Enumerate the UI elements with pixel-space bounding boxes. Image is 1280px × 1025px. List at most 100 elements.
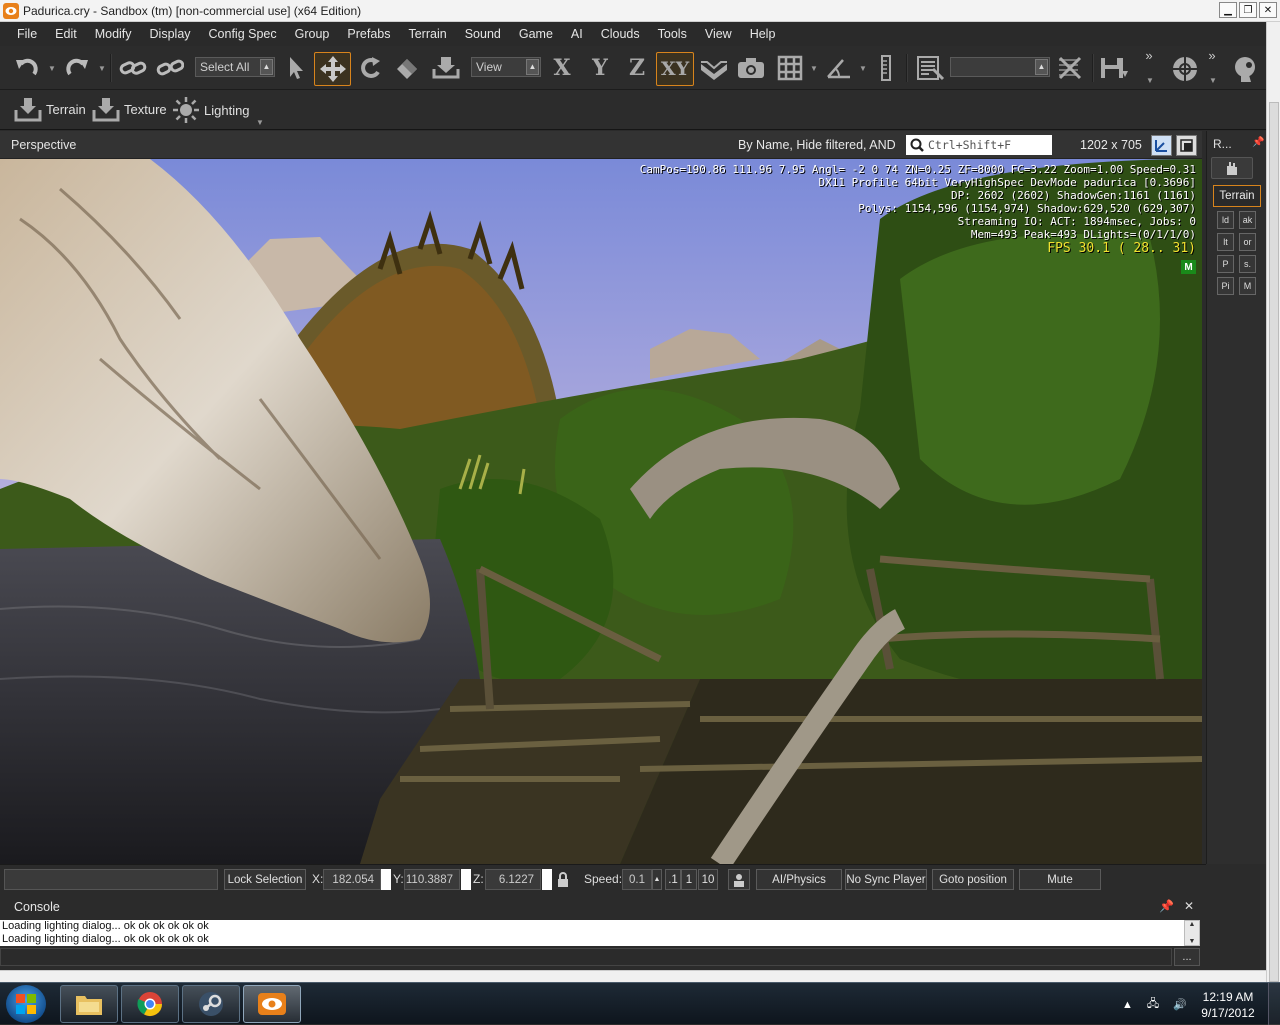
menu-ai[interactable]: AI — [562, 22, 592, 46]
texture-editor-button[interactable]: Texture — [92, 96, 167, 122]
minimize-button[interactable]: ▁ — [1219, 2, 1237, 18]
pin-icon[interactable]: 📌 — [1159, 899, 1174, 913]
menu-tools[interactable]: Tools — [649, 22, 696, 46]
unlink-button[interactable] — [155, 54, 185, 82]
console-command-input[interactable] — [0, 948, 1172, 966]
selection-list-button[interactable] — [914, 54, 946, 82]
drop-to-terrain-button[interactable] — [430, 54, 462, 82]
tray-expand-icon[interactable]: ▲ — [1122, 999, 1133, 1011]
y-coord-input[interactable]: 110.3887 — [404, 869, 460, 890]
rollup-tab-objects[interactable] — [1211, 157, 1253, 179]
undo-dropdown-icon[interactable]: ▼ — [48, 64, 56, 73]
maximize-button[interactable]: ❐ — [1239, 2, 1257, 18]
rollup-button[interactable]: s. — [1239, 255, 1256, 273]
perspective-viewport[interactable]: CamPos=190.86 111.96 7.95 Angl= -2 0 74 … — [0, 159, 1202, 864]
rollup-button[interactable]: Pi — [1217, 277, 1234, 295]
pin-icon[interactable]: 📌 — [1252, 137, 1264, 148]
close-button[interactable]: ✕ — [1259, 2, 1277, 18]
physics-button[interactable] — [1168, 54, 1202, 84]
menu-terrain[interactable]: Terrain — [399, 22, 455, 46]
lighting-editor-button[interactable]: Lighting — [172, 96, 250, 124]
lock-icon[interactable] — [555, 871, 571, 889]
select-tool-button[interactable] — [281, 54, 309, 82]
taskbar-explorer[interactable] — [60, 985, 118, 1023]
taskbar-sandbox[interactable] — [243, 985, 301, 1023]
toolbar-overflow-button-2[interactable]: » — [1205, 48, 1219, 63]
console-scrollbar[interactable]: ▲ ▼ — [1184, 920, 1200, 946]
snap-to-grid-button[interactable] — [775, 54, 805, 82]
goto-position-button[interactable]: Goto position — [932, 869, 1014, 890]
taskbar-steam[interactable] — [182, 985, 240, 1023]
window-horizontal-scrollbar[interactable] — [0, 970, 1266, 982]
constrain-xy-button[interactable]: XY — [656, 52, 694, 86]
save-level-button[interactable] — [1098, 54, 1130, 82]
scale-tool-button[interactable] — [392, 54, 422, 82]
z-coord-spinner[interactable] — [542, 869, 552, 890]
snap-to-objects-button[interactable] — [735, 54, 767, 82]
toolbar-overflow-dropdown-icon-2[interactable]: ▼ — [1209, 76, 1217, 85]
snap-to-terrain-button[interactable] — [698, 54, 730, 82]
player-sync-toggle[interactable] — [728, 869, 750, 890]
viewport-filter-label[interactable]: By Name, Hide filtered, AND — [738, 138, 896, 152]
terrain-editor-button[interactable]: Terrain — [14, 96, 86, 122]
toolbar-overflow-button[interactable]: » — [1142, 48, 1156, 63]
redo-dropdown-icon[interactable]: ▼ — [98, 64, 106, 73]
speed-preset-1[interactable]: 1 — [681, 869, 697, 890]
toolbar-overflow-dropdown-icon[interactable]: ▼ — [1146, 76, 1154, 85]
menu-display[interactable]: Display — [141, 22, 200, 46]
viewport-search-input[interactable]: Ctrl+Shift+F — [906, 135, 1052, 155]
viewport-title[interactable]: Perspective — [11, 138, 76, 152]
redo-button[interactable] — [62, 54, 92, 82]
menu-help[interactable]: Help — [741, 22, 785, 46]
menu-edit[interactable]: Edit — [46, 22, 86, 46]
menu-group[interactable]: Group — [286, 22, 339, 46]
ruler-button[interactable] — [876, 54, 896, 82]
toolbar2-overflow-icon[interactable]: ▼ — [256, 118, 264, 127]
rollup-button[interactable]: ak — [1239, 211, 1256, 229]
move-tool-button[interactable] — [314, 52, 351, 86]
menu-modify[interactable]: Modify — [86, 22, 141, 46]
menu-view[interactable]: View — [696, 22, 741, 46]
delete-selection-button[interactable] — [1055, 54, 1085, 82]
rollup-button[interactable]: M — [1239, 277, 1256, 295]
mute-button[interactable]: Mute — [1019, 869, 1101, 890]
y-coord-spinner[interactable] — [461, 869, 471, 890]
taskbar-chrome[interactable] — [121, 985, 179, 1023]
angle-snap-button[interactable] — [823, 54, 855, 82]
menu-prefabs[interactable]: Prefabs — [338, 22, 399, 46]
rollup-button[interactable]: or — [1239, 233, 1256, 251]
grid-dropdown-icon[interactable]: ▼ — [810, 64, 818, 73]
speed-spinner[interactable]: ▲ — [652, 869, 662, 890]
taskbar-clock[interactable]: 12:19 AM 9/17/2012 — [1198, 989, 1258, 1021]
rollup-button[interactable]: ld — [1217, 211, 1234, 229]
named-selection-dropdown[interactable]: ▲ — [950, 57, 1050, 77]
speed-preset-10[interactable]: 10 — [698, 869, 718, 890]
angle-dropdown-icon[interactable]: ▼ — [859, 64, 867, 73]
rollup-button[interactable]: lt — [1217, 233, 1234, 251]
ai-physics-button[interactable]: AI/Physics — [756, 869, 842, 890]
close-icon[interactable]: ✕ — [1184, 899, 1194, 913]
menu-config-spec[interactable]: Config Spec — [200, 22, 286, 46]
console-more-button[interactable]: ... — [1174, 948, 1200, 966]
link-button[interactable] — [118, 54, 148, 82]
rotate-tool-button[interactable] — [356, 54, 386, 82]
sync-player-button[interactable]: No Sync Player — [845, 869, 927, 890]
z-coord-input[interactable]: 6.1227 — [485, 869, 541, 890]
menu-sound[interactable]: Sound — [456, 22, 510, 46]
viewport-maximize-button[interactable] — [1176, 135, 1197, 156]
network-icon[interactable]: 🖧 — [1147, 995, 1159, 1014]
select-filter-dropdown[interactable]: Select All ▲ — [195, 57, 275, 77]
console-output[interactable]: Loading lighting dialog... ok ok ok ok o… — [0, 920, 1184, 946]
x-coord-spinner[interactable] — [381, 869, 391, 890]
ai-button[interactable] — [1230, 54, 1262, 84]
undo-button[interactable] — [12, 54, 42, 82]
start-button[interactable] — [6, 985, 46, 1023]
lock-selection-button[interactable]: Lock Selection — [224, 869, 306, 890]
constrain-y-button[interactable]: Y — [585, 54, 615, 82]
constrain-z-button[interactable]: Z — [622, 54, 652, 82]
x-coord-input[interactable]: 182.054 — [323, 869, 381, 890]
coordinate-system-dropdown[interactable]: View ▲ — [471, 57, 541, 77]
rollup-button[interactable]: P — [1217, 255, 1234, 273]
volume-icon[interactable]: 🔊 — [1173, 998, 1187, 1011]
window-vertical-scrollbar[interactable] — [1266, 22, 1280, 982]
